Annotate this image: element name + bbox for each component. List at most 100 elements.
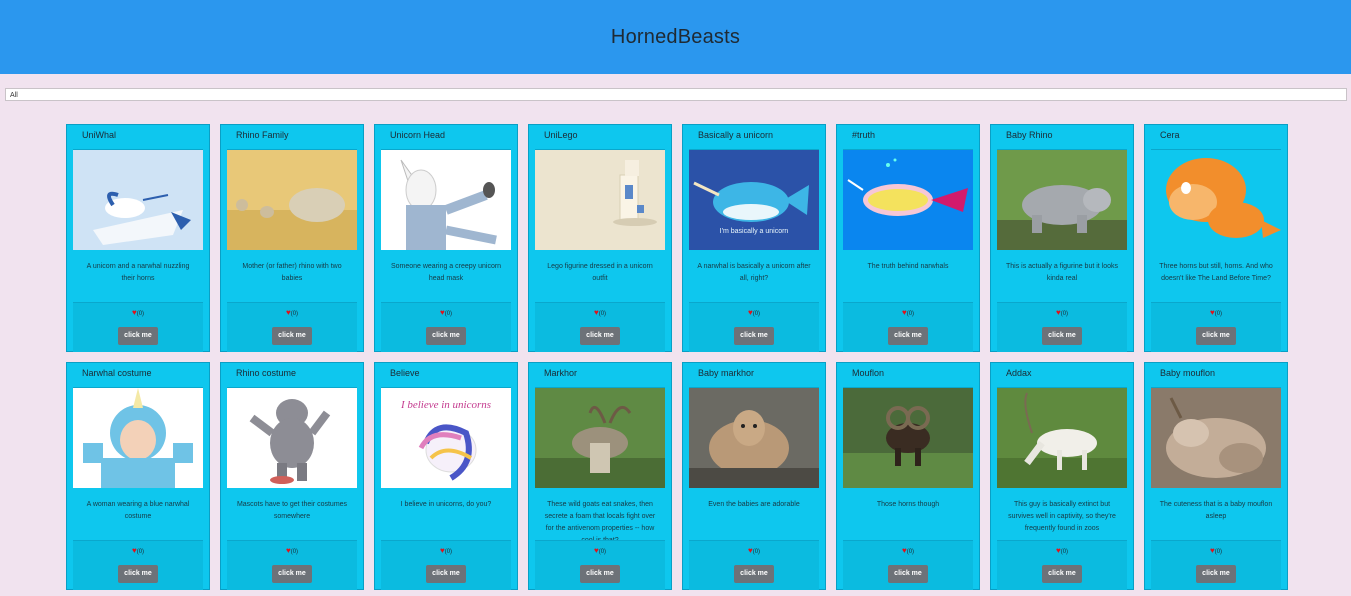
beast-image[interactable] [997, 388, 1127, 488]
beast-description: Someone wearing a creepy unicorn head ma… [390, 263, 502, 282]
beast-image[interactable] [997, 150, 1127, 250]
like-count: ♥(0) [439, 546, 453, 555]
click-me-button[interactable]: click me [426, 327, 466, 345]
beast-description: A unicorn and a narwhal nuzzling their h… [86, 263, 190, 282]
like-count: ♥(0) [1209, 546, 1223, 555]
beast-image[interactable] [227, 388, 357, 488]
click-me-button[interactable]: click me [734, 565, 774, 583]
beast-image[interactable] [843, 150, 973, 250]
divider [73, 302, 203, 303]
card-footer: ♥(0) click me [1151, 540, 1281, 590]
like-count: ♥(0) [901, 308, 915, 317]
beast-image[interactable] [535, 150, 665, 250]
beast-card: #truth The truth behind narwhals ♥(0) cl… [836, 124, 980, 352]
beast-image[interactable] [227, 150, 357, 250]
beast-description: Those horns though [876, 501, 940, 508]
beast-card: Baby Rhino This is actually a figurine b… [990, 124, 1134, 352]
click-me-button[interactable]: click me [580, 327, 620, 345]
beast-card: Mouflon Those horns though ♥(0) click me [836, 362, 980, 590]
click-me-button[interactable]: click me [734, 327, 774, 345]
beast-description: This is actually a figurine but it looks… [1005, 263, 1119, 282]
beast-image[interactable] [73, 150, 203, 250]
beast-card: Baby mouflon The cuteness that is a baby… [1144, 362, 1288, 590]
beast-image[interactable] [535, 388, 665, 488]
beast-title: Addax [1006, 368, 1032, 378]
like-count: ♥(0) [1055, 546, 1069, 555]
like-count: ♥(0) [1055, 308, 1069, 317]
card-footer: ♥(0) click me [997, 302, 1127, 352]
beast-image[interactable] [843, 388, 973, 488]
like-count: ♥(0) [1209, 308, 1223, 317]
beast-title: Baby mouflon [1160, 368, 1216, 378]
beast-description: Three horns but still, horns. And who do… [1159, 263, 1273, 282]
beast-image[interactable] [381, 150, 511, 250]
beast-description: This guy is basically extinct but surviv… [1008, 501, 1116, 532]
divider [381, 302, 511, 303]
beast-card: Cera Three horns but still, horns. And w… [1144, 124, 1288, 352]
click-me-button[interactable]: click me [118, 565, 158, 583]
beast-description: Mother (or father) rhino with two babies [242, 263, 342, 282]
beast-description: I believe in unicorns, do you? [400, 501, 492, 508]
divider [843, 540, 973, 541]
beast-title: #truth [852, 130, 876, 140]
beast-card: Unicorn Head Someone wearing a creepy un… [374, 124, 518, 352]
divider [689, 302, 819, 303]
click-me-button[interactable]: click me [580, 565, 620, 583]
card-footer: ♥(0) click me [73, 302, 203, 352]
like-count: ♥(0) [439, 308, 453, 317]
beast-image[interactable] [689, 388, 819, 488]
click-me-button[interactable]: click me [426, 565, 466, 583]
beast-title: Baby markhor [698, 368, 755, 378]
click-me-button[interactable]: click me [1196, 327, 1236, 345]
click-me-button[interactable]: click me [888, 565, 928, 583]
card-footer: ♥(0) click me [381, 302, 511, 352]
like-count: ♥(0) [593, 546, 607, 555]
beast-card: Narwhal costume A woman wearing a blue n… [66, 362, 210, 590]
card-footer: ♥(0) click me [843, 540, 973, 590]
beast-image[interactable] [73, 388, 203, 488]
beast-card: Believe I believe in unicorns I believe … [374, 362, 518, 590]
beast-card: Markhor These wild goats eat snakes, the… [528, 362, 672, 590]
page-title: HornedBeasts [610, 25, 741, 48]
click-me-button[interactable]: click me [118, 327, 158, 345]
beast-title: Basically a unicorn [698, 130, 774, 140]
click-me-button[interactable]: click me [1042, 327, 1082, 345]
click-me-button[interactable]: click me [272, 327, 312, 345]
beast-description: Lego figurine dressed in a unicorn outfi… [547, 263, 653, 282]
divider [843, 302, 973, 303]
beast-image[interactable] [1151, 388, 1281, 488]
card-footer: ♥(0) click me [227, 540, 357, 590]
beast-title: Narwhal costume [82, 368, 152, 378]
divider [535, 302, 665, 303]
beast-title: Believe [390, 368, 420, 378]
horns-filter-select[interactable]: All [5, 88, 1347, 101]
site-header: HornedBeasts [0, 0, 1351, 74]
like-count: ♥(0) [901, 546, 915, 555]
card-footer: ♥(0) click me [843, 302, 973, 352]
beast-card: Rhino Family Mother (or father) rhino wi… [220, 124, 364, 352]
divider [997, 302, 1127, 303]
like-count: ♥(0) [285, 546, 299, 555]
divider [1151, 540, 1281, 541]
click-me-button[interactable]: click me [1042, 565, 1082, 583]
svg-text:I believe in unicorns: I believe in unicorns [400, 399, 491, 411]
like-count: ♥(0) [131, 308, 145, 317]
beast-card: Baby markhor Even the babies are adorabl… [682, 362, 826, 590]
beast-image[interactable] [1151, 150, 1281, 250]
beast-image[interactable]: I'm basically a unicorn [689, 150, 819, 250]
card-footer: ♥(0) click me [997, 540, 1127, 590]
beast-image[interactable]: I believe in unicorns [381, 388, 511, 488]
divider [227, 302, 357, 303]
beast-description: Even the babies are adorable [708, 501, 800, 508]
beast-description: The truth behind narwhals [867, 263, 949, 270]
card-footer: ♥(0) click me [689, 540, 819, 590]
beast-card: Rhino costume Mascots have to get their … [220, 362, 364, 590]
click-me-button[interactable]: click me [1196, 565, 1236, 583]
beast-title: Mouflon [852, 368, 885, 378]
click-me-button[interactable]: click me [888, 327, 928, 345]
beast-card: Basically a unicorn I'm basically a unic… [682, 124, 826, 352]
divider [689, 540, 819, 541]
click-me-button[interactable]: click me [272, 565, 312, 583]
card-footer: ♥(0) click me [381, 540, 511, 590]
like-count: ♥(0) [285, 308, 299, 317]
